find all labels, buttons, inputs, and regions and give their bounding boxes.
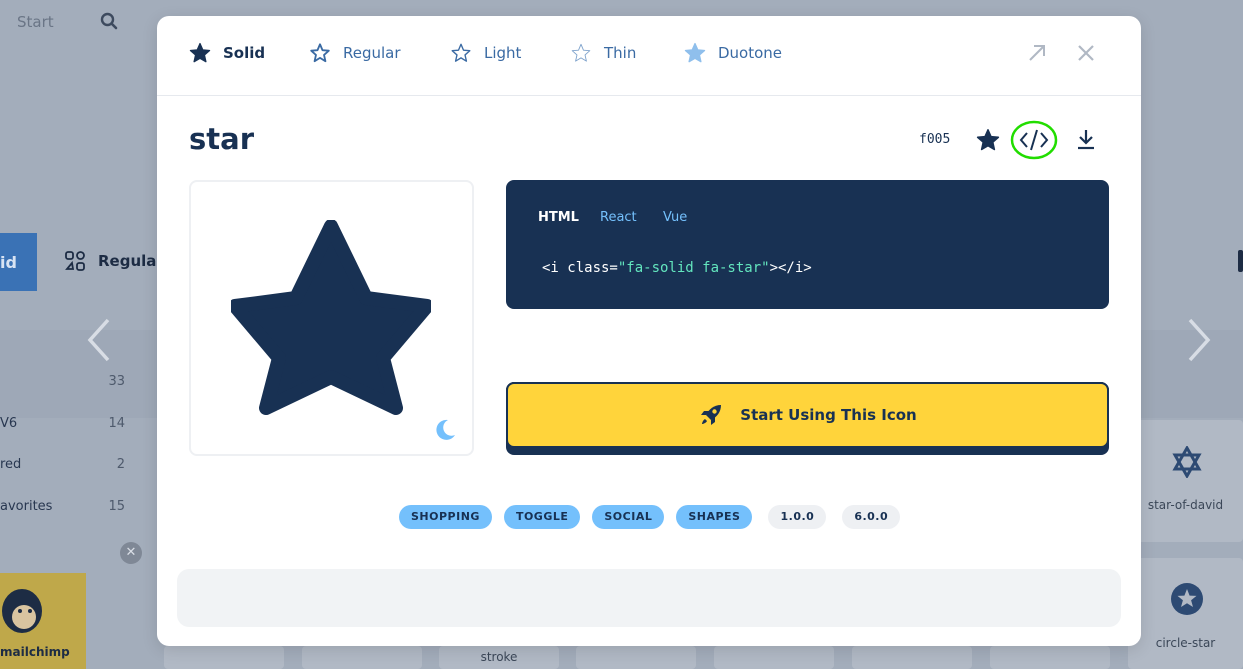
unicode-value[interactable]: f005 — [919, 132, 950, 147]
code-open: <i class= — [542, 260, 618, 276]
background-category-row[interactable]: 33 — [0, 374, 125, 389]
category-label: red — [0, 457, 22, 472]
icon-detail-modal: Solid Regular Light Thin Duotone star f0… — [157, 16, 1141, 646]
tab-regular[interactable]: Regular — [309, 42, 401, 64]
code-close: ></i> — [769, 260, 812, 276]
tab-label: Thin — [604, 44, 637, 62]
icon-title: star — [189, 122, 254, 156]
version-badge: 6.0.0 — [842, 505, 901, 529]
background-tab-regular-label: Regular — [98, 252, 164, 270]
star-solid-icon — [189, 42, 211, 63]
code-tab-html[interactable]: HTML — [538, 210, 579, 225]
category-count: 15 — [108, 499, 125, 514]
search-icon[interactable] — [100, 12, 118, 34]
tag-list: SHOPPING TOGGLE SOCIAL SHAPES 1.0.0 6.0.… — [399, 505, 901, 529]
star-of-david-icon — [1171, 444, 1203, 482]
version-badge: 1.0.0 — [768, 505, 827, 529]
icon-preview — [189, 180, 474, 456]
start-using-button-face: Start Using This Icon — [506, 382, 1109, 448]
tab-label: Light — [484, 44, 522, 62]
nav-start-link[interactable]: Start — [17, 13, 54, 31]
star-preview-icon — [231, 220, 431, 415]
star-icon[interactable] — [976, 128, 1000, 156]
tab-thin[interactable]: Thin — [570, 42, 636, 64]
background-category-row[interactable]: V6 14 — [0, 416, 125, 431]
modal-footer-area — [177, 569, 1121, 627]
background-icon-card[interactable] — [990, 646, 1110, 669]
background-icon-card[interactable] — [852, 646, 972, 669]
regular-style-icon — [65, 251, 85, 271]
background-tab-solid[interactable]: id — [0, 233, 37, 291]
tab-label: Duotone — [718, 44, 783, 62]
category-count: 14 — [108, 416, 125, 431]
code-snippet[interactable]: <i class="fa-solid fa-star"></i> — [542, 260, 812, 276]
category-label: avorites — [0, 499, 53, 514]
star-regular-icon — [310, 43, 330, 63]
background-category-row[interactable]: avorites 15 — [0, 499, 125, 514]
code-snippet-panel: HTML React Vue <i class="fa-solid fa-sta… — [506, 180, 1109, 309]
background-icon-card[interactable]: circle-star — [1128, 558, 1243, 669]
circle-star-icon — [1170, 582, 1204, 620]
background-tab-regular[interactable]: Regular — [64, 250, 164, 272]
icon-card-label: stroke — [480, 650, 518, 664]
background-icon-card[interactable] — [714, 646, 834, 669]
tag-toggle[interactable]: TOGGLE — [503, 505, 581, 529]
code-icon[interactable] — [1010, 119, 1058, 165]
tab-label: Regular — [343, 44, 401, 62]
icon-card-label: star-of-david — [1147, 498, 1224, 512]
background-icon-card[interactable] — [576, 646, 696, 669]
chevron-left-icon[interactable] — [86, 318, 112, 366]
tab-duotone[interactable]: Duotone — [684, 42, 782, 64]
background-category-row[interactable]: red 2 — [0, 457, 125, 472]
background-icon-card[interactable]: star-of-david — [1128, 420, 1243, 542]
category-count: 33 — [108, 374, 125, 389]
tag-shopping[interactable]: SHOPPING — [399, 505, 492, 529]
tag-shapes[interactable]: SHAPES — [676, 505, 753, 529]
category-count: 2 — [116, 457, 125, 472]
background-icon-card[interactable] — [302, 646, 422, 669]
mailchimp-icon — [2, 589, 42, 633]
category-label: V6 — [0, 416, 18, 431]
style-tabs: Solid Regular Light Thin Duotone — [157, 16, 1141, 96]
start-using-label: Start Using This Icon — [740, 406, 917, 424]
tab-solid[interactable]: Solid — [189, 42, 265, 64]
mailchimp-label: mailchimp — [0, 645, 70, 659]
icon-card-label: circle-star — [1155, 636, 1216, 650]
rocket-icon — [701, 405, 722, 425]
tab-light[interactable]: Light — [450, 42, 521, 64]
star-thin-icon — [571, 43, 591, 62]
tab-label: Solid — [223, 44, 266, 62]
expand-icon[interactable] — [1028, 44, 1046, 66]
close-icon[interactable] — [1077, 44, 1095, 66]
star-duotone-icon — [684, 42, 706, 63]
background-icon-card[interactable]: stroke — [439, 646, 559, 669]
star-light-icon — [451, 43, 471, 62]
chevron-right-icon[interactable] — [1186, 318, 1212, 366]
tag-social[interactable]: SOCIAL — [592, 505, 665, 529]
code-tab-vue[interactable]: Vue — [663, 210, 687, 225]
moon-icon[interactable] — [433, 418, 457, 446]
code-tab-react[interactable]: React — [600, 210, 637, 225]
background-handle[interactable] — [1238, 250, 1243, 272]
download-icon[interactable] — [1076, 128, 1096, 154]
dismiss-card-button[interactable]: ✕ — [120, 542, 142, 564]
code-attr: "fa-solid fa-star" — [617, 260, 770, 276]
start-using-button[interactable]: Start Using This Icon — [506, 382, 1109, 455]
background-icon-card[interactable] — [164, 646, 284, 669]
